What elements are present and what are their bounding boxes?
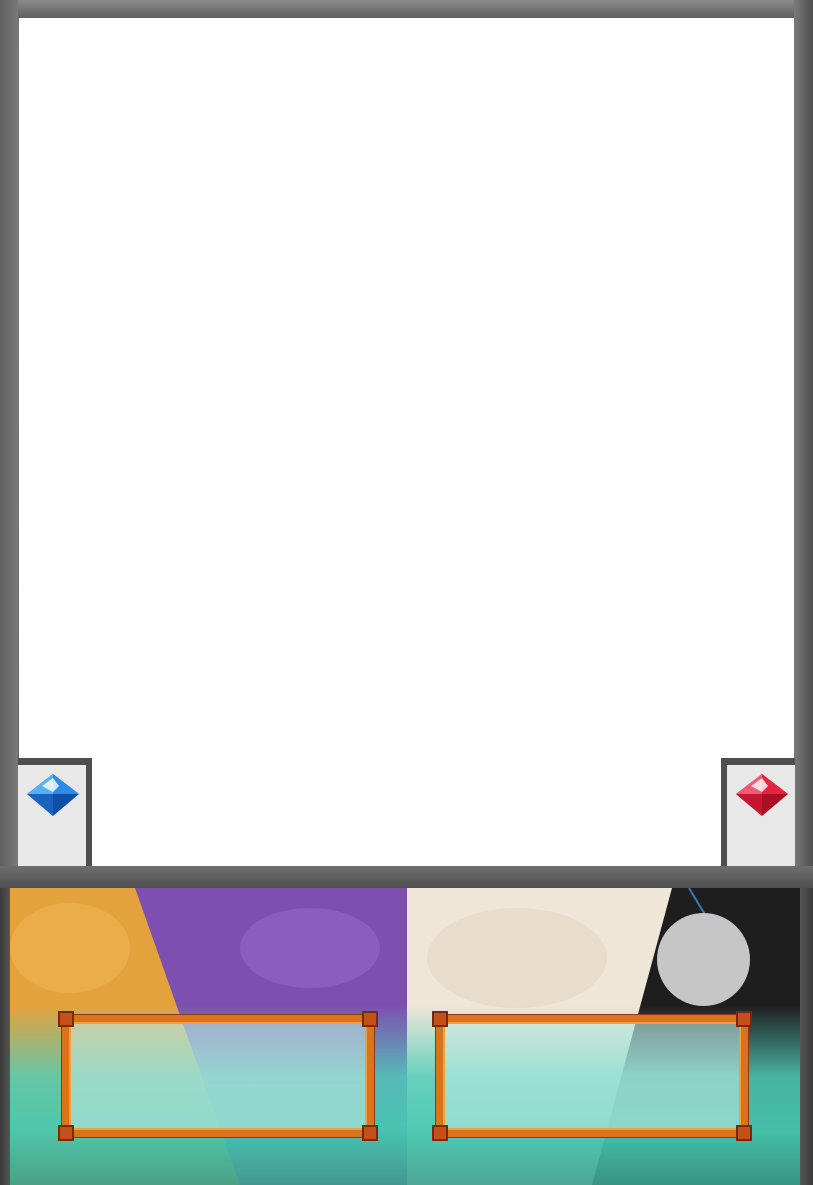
card-art-area	[19, 18, 794, 758]
frame-corner	[432, 1011, 448, 1027]
blue-gem-icon	[27, 774, 79, 816]
card-frame	[0, 0, 813, 1185]
red-gem-icon	[736, 774, 788, 816]
frame-corner	[736, 1125, 752, 1141]
frame-right-bevel	[794, 0, 813, 888]
attribute-orb	[657, 913, 750, 1006]
frame-corner	[58, 1125, 74, 1141]
left-stat-box	[58, 1011, 378, 1141]
frame-left-bevel	[0, 0, 18, 888]
frame-corner	[362, 1125, 378, 1141]
card-divider	[0, 866, 813, 888]
bottom-right-edge	[800, 888, 813, 1185]
frame-top-bevel	[0, 0, 813, 18]
right-stat-box	[432, 1011, 752, 1141]
bottom-left-edge	[0, 888, 10, 1185]
frame-corner	[58, 1011, 74, 1027]
frame-corner	[432, 1125, 448, 1141]
frame-corner	[362, 1011, 378, 1027]
card-text-area	[92, 758, 721, 866]
frame-corner	[736, 1011, 752, 1027]
